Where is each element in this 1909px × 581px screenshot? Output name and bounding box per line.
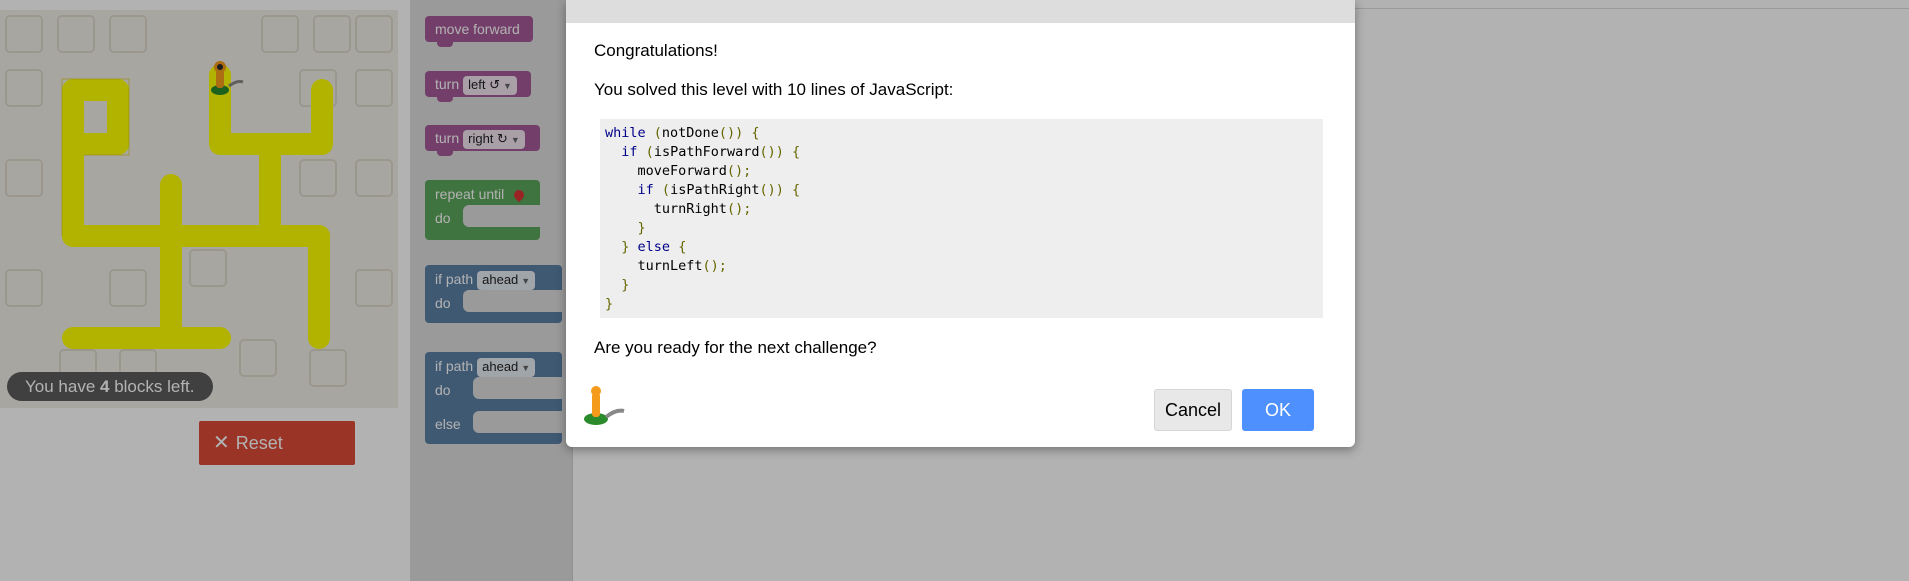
code-line: }	[637, 220, 646, 236]
code-line: if (isPathForward()) {	[621, 144, 801, 160]
pegman-icon	[580, 385, 628, 434]
solved-message: You solved this level with 10 lines of J…	[594, 80, 954, 99]
code-line: if (isPathRight()) {	[637, 182, 801, 198]
cancel-button[interactable]: Cancel	[1154, 389, 1232, 431]
ok-button[interactable]: OK	[1242, 389, 1314, 431]
code-line: } else {	[621, 239, 687, 255]
code-line: turnRight();	[653, 201, 752, 217]
congratulations-heading: Congratulations!	[594, 41, 718, 60]
code-line: turnLeft();	[637, 258, 727, 274]
code-line: }	[605, 296, 614, 312]
code-block: while (notDone()) { if (isPathForward())…	[600, 119, 1323, 318]
code-line: }	[621, 277, 630, 293]
code-line: moveForward();	[637, 163, 752, 179]
dialog-titlebar	[566, 0, 1355, 23]
congratulations-dialog: Congratulations! You solved this level w…	[566, 0, 1355, 447]
code-line: while (notDone()) {	[605, 125, 760, 141]
next-challenge-question: Are you ready for the next challenge?	[594, 338, 877, 357]
